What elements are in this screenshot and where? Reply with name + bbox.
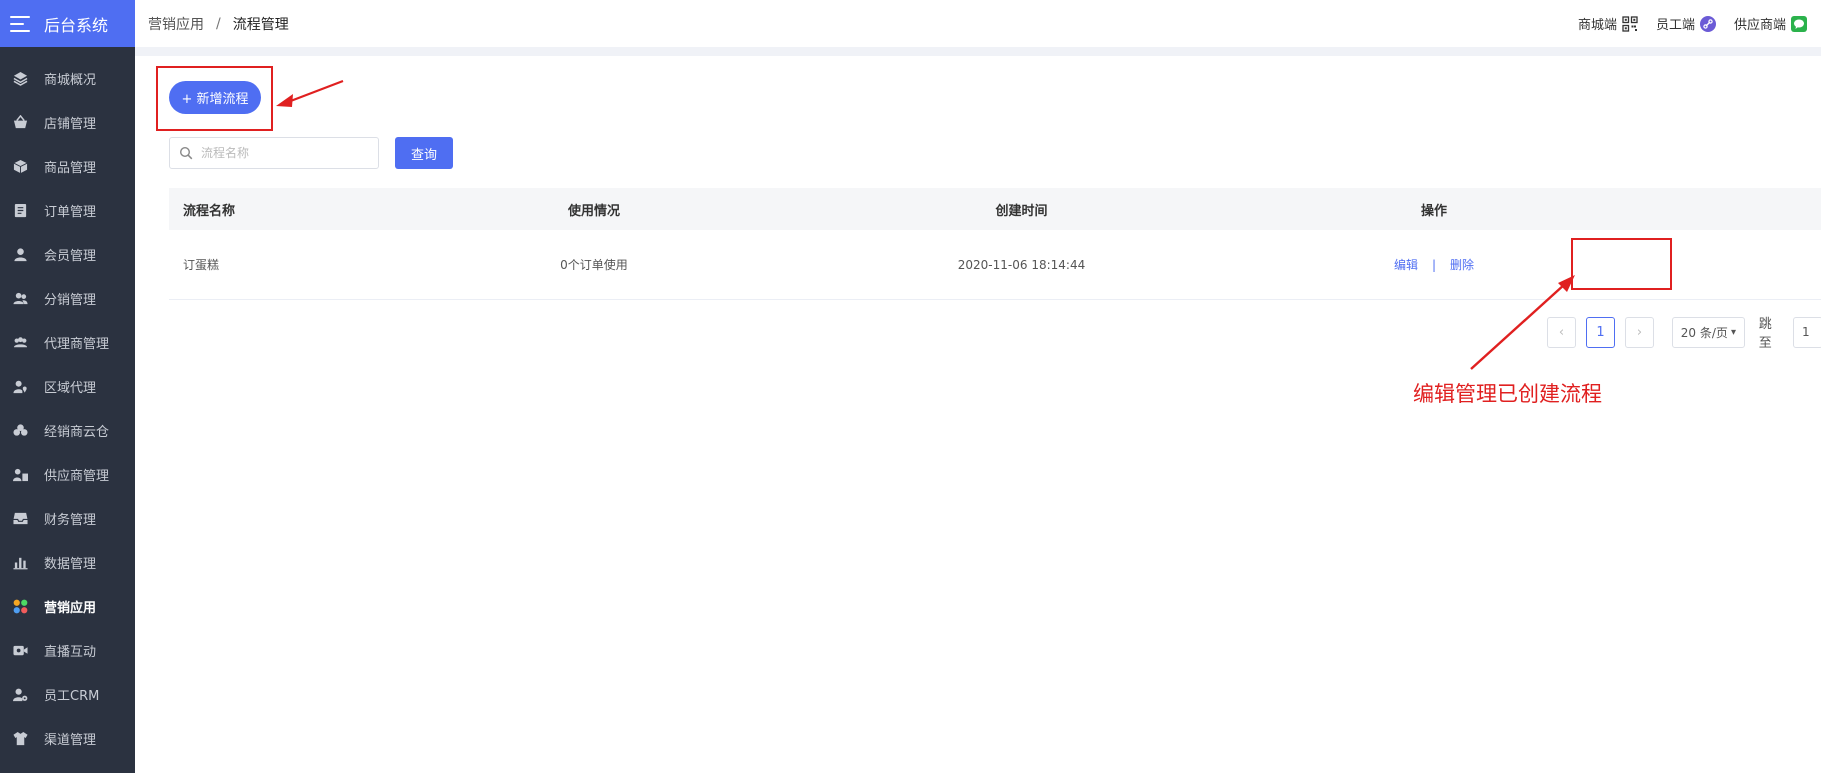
page-size-value: 20 条/页 xyxy=(1680,325,1728,340)
user-building-icon xyxy=(12,466,28,482)
sidebar-item-label: 代理商管理 xyxy=(44,336,110,352)
chevron-down-icon: ▾ xyxy=(1730,326,1736,338)
header-links: 商城端 员工端 供应商端 xyxy=(1560,0,1807,47)
apps-icon xyxy=(12,598,28,614)
search-input[interactable] xyxy=(201,146,371,160)
sidebar-item-crm[interactable]: 员工CRM xyxy=(0,672,135,716)
user-icon xyxy=(12,246,28,262)
supplier-client-link[interactable]: 供应商端 xyxy=(1734,14,1807,33)
brand-title: 后台系统 xyxy=(44,15,109,35)
sidebar-item-label: 直播互动 xyxy=(44,644,97,660)
sidebar-item-label: 渠道管理 xyxy=(44,732,97,748)
sidebar-item-mall-overview[interactable]: 商城概况 xyxy=(0,56,135,100)
sidebar-item-dealer-cloud[interactable]: 经销商云仓 xyxy=(0,408,135,452)
group-icon xyxy=(12,334,28,350)
sidebar-item-suppliers[interactable]: 供应商管理 xyxy=(0,452,135,496)
cloud-icon xyxy=(12,422,28,438)
staff-client-label: 员工端 xyxy=(1655,18,1695,33)
sidebar-item-label: 财务管理 xyxy=(44,512,97,528)
layers-icon xyxy=(12,70,28,86)
sidebar-item-label: 营销应用 xyxy=(44,600,97,616)
cell-actions: 编辑 | 删除 xyxy=(1284,256,1584,273)
sidebar-item-label: 经销商云仓 xyxy=(44,424,110,440)
users-icon xyxy=(12,290,28,306)
link-icon xyxy=(1699,15,1716,32)
sidebar-item-finance[interactable]: 财务管理 xyxy=(0,496,135,540)
sidebar-item-label: 会员管理 xyxy=(44,248,97,264)
user-gear-icon xyxy=(12,686,28,702)
sidebar-item-label: 员工CRM xyxy=(44,688,100,704)
column-header-usage: 使用情况 xyxy=(567,203,620,219)
query-button[interactable]: 查询 xyxy=(395,137,453,169)
supplier-client-label: 供应商端 xyxy=(1733,18,1786,33)
sidebar-item-marketing[interactable]: 营销应用 xyxy=(0,584,135,628)
sidebar-item-label: 供应商管理 xyxy=(44,468,110,484)
staff-client-link[interactable]: 员工端 xyxy=(1656,14,1716,33)
user-location-icon xyxy=(12,378,28,394)
breadcrumb-current: 流程管理 xyxy=(232,16,289,33)
top-header: 营销应用 / 流程管理 商城端 员工端 供应商端 xyxy=(135,0,1821,47)
search-icon xyxy=(179,146,193,160)
header-divider xyxy=(135,47,1821,56)
sidebar-item-label: 分销管理 xyxy=(44,292,97,308)
sidebar-item-label: 数据管理 xyxy=(44,556,97,572)
jump-to-input[interactable] xyxy=(1792,316,1821,348)
sidebar-item-agents[interactable]: 代理商管理 xyxy=(0,320,135,364)
edit-link[interactable]: 编辑 xyxy=(1394,256,1418,273)
inbox-icon xyxy=(12,510,28,526)
breadcrumb: 营销应用 / 流程管理 xyxy=(148,14,289,34)
sidebar-item-label: 商品管理 xyxy=(44,160,97,176)
basket-icon xyxy=(12,114,28,130)
mall-client-link[interactable]: 商城端 xyxy=(1578,14,1638,33)
next-page-button[interactable]: › xyxy=(1625,316,1654,348)
sidebar-item-data[interactable]: 数据管理 xyxy=(0,540,135,584)
page-size-select[interactable]: 20 条/页 ▾ xyxy=(1672,316,1745,348)
cell-created: 2020-11-06 18:14:44 xyxy=(957,257,1086,272)
box-icon xyxy=(12,158,28,174)
bar-chart-icon xyxy=(12,554,28,570)
hamburger-menu-icon[interactable] xyxy=(10,15,30,32)
sidebar-item-distribution[interactable]: 分销管理 xyxy=(0,276,135,320)
jump-to-label: 跳至 xyxy=(1758,317,1772,351)
sidebar-item-label: 商城概况 xyxy=(44,72,97,88)
page-number-button[interactable]: 1 xyxy=(1586,316,1615,348)
brand-header: 后台系统 xyxy=(0,0,135,47)
column-header-name: 流程名称 xyxy=(183,203,236,219)
sidebar-item-label: 订单管理 xyxy=(44,204,97,220)
qrcode-icon xyxy=(1622,15,1638,32)
shirt-icon xyxy=(12,730,28,746)
annotation-text: 编辑管理已创建流程 xyxy=(1413,382,1602,406)
column-header-created: 创建时间 xyxy=(995,203,1048,219)
sidebar-item-products[interactable]: 商品管理 xyxy=(0,144,135,188)
action-separator: | xyxy=(1431,257,1437,272)
breadcrumb-parent[interactable]: 营销应用 xyxy=(148,14,204,34)
cell-name: 订蛋糕 xyxy=(183,258,220,272)
sidebar-item-channels[interactable]: 渠道管理 xyxy=(0,716,135,760)
sidebar-item-store[interactable]: 店铺管理 xyxy=(0,100,135,144)
column-header-actions: 操作 xyxy=(1420,203,1447,219)
sidebar: 后台系统 商城概况 店铺管理 商品管理 订单管理 会员管理 分销管理 代理商管理… xyxy=(0,0,135,773)
sidebar-item-live[interactable]: 直播互动 xyxy=(0,628,135,672)
table-header: 流程名称 使用情况 创建时间 操作 xyxy=(169,188,1821,230)
add-process-button[interactable]: + 新增流程 xyxy=(169,81,261,114)
pagination: ‹ 1 › 20 条/页 ▾ 跳至 xyxy=(1547,313,1821,351)
video-icon xyxy=(12,642,28,658)
document-icon xyxy=(12,202,28,218)
sidebar-nav: 商城概况 店铺管理 商品管理 订单管理 会员管理 分销管理 代理商管理 区域代理… xyxy=(0,47,135,760)
wechat-icon xyxy=(1791,15,1807,32)
sidebar-item-label: 区域代理 xyxy=(44,380,97,396)
sidebar-item-orders[interactable]: 订单管理 xyxy=(0,188,135,232)
row-actions: 编辑 | 删除 xyxy=(1394,256,1474,273)
breadcrumb-separator: / xyxy=(216,15,221,32)
prev-page-button[interactable]: ‹ xyxy=(1547,316,1576,348)
search-field[interactable] xyxy=(169,137,379,169)
main-content: + 新增流程 查询 流程名称 使用情况 创建时间 操作 订蛋糕 0个订单使用 2… xyxy=(135,56,1821,773)
delete-link[interactable]: 删除 xyxy=(1450,256,1474,273)
sidebar-item-label: 店铺管理 xyxy=(44,116,97,132)
annotation-box-actions xyxy=(1571,238,1672,290)
mall-client-label: 商城端 xyxy=(1577,18,1617,33)
cell-usage: 0个订单使用 xyxy=(560,258,628,272)
sidebar-item-members[interactable]: 会员管理 xyxy=(0,232,135,276)
sidebar-item-regional-agent[interactable]: 区域代理 xyxy=(0,364,135,408)
